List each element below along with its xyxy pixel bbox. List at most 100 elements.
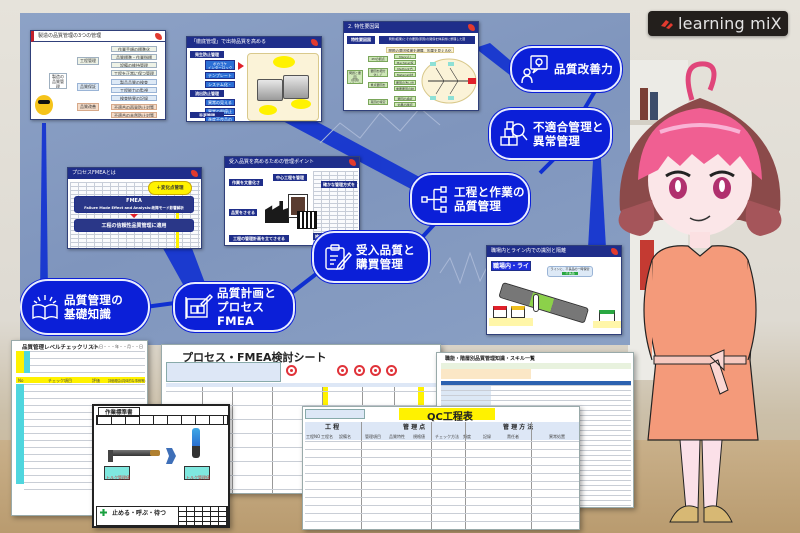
wrench-grip	[150, 450, 160, 456]
column-header: No	[18, 378, 24, 383]
blue-arrow-icon	[166, 448, 176, 464]
footer-slogan: 止める・呼ぶ・待つ	[112, 510, 167, 517]
callout-bubble	[259, 105, 277, 115]
tree-item: 不適合の再発防止対策	[111, 104, 157, 110]
target-mark-icon	[337, 365, 348, 376]
tree-item: 設備の維持管理	[111, 62, 157, 68]
slide-title: 「徹底管理」で出荷品質を高める	[187, 37, 321, 48]
point-label: 中心工程を管理する	[273, 174, 307, 181]
person-lightbulb-icon	[521, 55, 548, 84]
header-band	[166, 383, 438, 387]
brand-mark-icon	[311, 39, 318, 46]
slide-banner: 問題(結果)とその要因(原因)の関係を体系的に整理した図	[379, 36, 475, 44]
node-label: 工程と作業の 品質管理	[454, 185, 525, 213]
group-label: 発生防止管理	[190, 51, 224, 58]
eye-highlight	[719, 180, 725, 192]
tree-subitem: Method(方法)	[394, 66, 416, 71]
tree-root: 問題と要因 (原因) の洗い出し	[347, 70, 363, 84]
tree-item: 要因を細分化して 重要要因に絞る	[368, 68, 388, 77]
info-table	[166, 362, 281, 382]
slide-subtitle: 問題の要因候補を網羅、因果を見える化	[386, 47, 454, 53]
node-label: 受入品質と 購買管理	[356, 243, 415, 271]
tree-item: 真因の特定	[368, 99, 388, 105]
node-receiving[interactable]: 受入品質と 購買管理	[312, 231, 430, 283]
point-label: 品質をさせる	[229, 209, 257, 216]
tree-diagram-icon	[421, 186, 447, 213]
brand-mark-icon	[155, 33, 162, 40]
belt	[653, 355, 747, 365]
header-table	[96, 415, 228, 425]
slide-title: 2. 特性要因図	[344, 22, 478, 33]
tree-item: 製品品質の検査	[111, 79, 157, 85]
fmea-subtitle: Failure Mode Effect and Analysis:故障モード影響…	[84, 206, 184, 210]
callout-bubble	[291, 99, 311, 109]
clipboard-pen-icon	[325, 244, 352, 271]
tree-item: 工程能力の監視	[111, 87, 157, 93]
fmea-apply-box: 工程の信頼性品質管理に適用	[74, 219, 194, 232]
callout-box: ラインに、不良品の一時保管 不良品	[547, 266, 593, 277]
slide-title-text: プロセスFMEAとは	[72, 170, 116, 176]
tree-subitem: 効果の確認	[394, 102, 416, 107]
column-header: 設備名	[339, 434, 351, 439]
slide-title: 製造の品質管理の3つの管理	[31, 31, 165, 42]
floor-zone	[489, 318, 533, 326]
warehouse-icon	[297, 211, 317, 229]
tree-item: 作業手順の標準化	[111, 46, 157, 52]
node-label: 品質計画と プロセスFMEA	[217, 286, 276, 328]
node-process[interactable]: 工程と作業の 品質管理	[410, 173, 530, 225]
slide-fishbone: 2. 特性要因図 特性要因図 問題(結果)とその要因(原因)の関係を体系的に整理…	[343, 21, 479, 111]
group-item: 進度不良品の回復	[205, 116, 235, 121]
column-header: 記録	[483, 434, 491, 439]
header-band	[441, 369, 531, 379]
slide-title-text: 製造の品質管理の3つの管理	[38, 33, 102, 39]
eye-highlight	[675, 180, 681, 192]
slide-title-text: 2. 特性要因図	[348, 24, 380, 30]
doc-title: 品質管理レベルチェックリスト	[22, 345, 100, 351]
connector-nonconformity-improvement	[583, 89, 597, 110]
factory-icon	[265, 201, 289, 223]
slide-process-fmea: プロセスFMEAとは ＋変化点管理 FMEA Failure Mode Effe…	[67, 167, 202, 249]
doc-title: 職能・階層別品質管理知識・スキル一覧	[445, 356, 536, 362]
blueprint-pencil-icon	[185, 294, 213, 319]
node-nonconformity[interactable]: 不適合管理と 異常管理	[489, 108, 612, 160]
callout-tag: 不良品	[562, 271, 578, 276]
slide-title: プロセスFMEAとは	[68, 168, 201, 179]
highlight-bar	[16, 351, 24, 373]
column-header: 責任者	[507, 434, 519, 439]
tree-subitem: Machine(設備)	[394, 60, 416, 65]
column-group-header: 管 理 点	[403, 424, 426, 431]
torque-label: トルク管理値	[186, 475, 210, 480]
slide-thorough-control: 「徹底管理」で出荷品質を高める 発生防止管理 ポカヨケ インターロック テンプレ…	[186, 36, 322, 122]
arm-left	[643, 259, 653, 361]
tree-subitem: Material(材料)	[394, 72, 416, 77]
change-point-bubble: ＋変化点管理	[148, 181, 192, 195]
group-item: ポカヨケ インターロック	[205, 60, 235, 70]
machine-illustration	[283, 75, 309, 99]
column-header: 管理項目	[365, 434, 381, 439]
dress	[647, 245, 759, 441]
presenter-character	[618, 61, 782, 523]
column-header: 評価理由(具体的な事例等)	[108, 379, 146, 383]
pointer-basics-slide1	[40, 123, 48, 293]
target-mark-icon	[370, 365, 381, 376]
mindmap-board: 製造の品質管理の3つの管理 製造の 品質管理 工程管理 品質保証 品質改善 作業…	[20, 13, 630, 345]
column-header: 工程名	[321, 434, 333, 439]
ruled-lines	[305, 441, 579, 529]
node-basics[interactable]: 品質管理の 基礎知識	[20, 279, 150, 335]
tree-item: 検査結果の記録	[111, 95, 157, 101]
fishbone-diagram	[421, 58, 477, 104]
doc-meta: 記入日・・・年・・月・・日	[91, 344, 143, 349]
column-header: チェック方法	[435, 434, 459, 439]
group-item: テンプレート化	[205, 72, 235, 79]
point-label: 作業を文書化させる	[229, 179, 263, 186]
red-bin	[493, 306, 507, 318]
column-header: 異常処置	[549, 434, 565, 439]
torque-label: トルク管理値	[106, 475, 130, 480]
category-bar	[16, 384, 24, 484]
wrench-handle	[110, 450, 154, 456]
brand-logo: learning miX	[648, 11, 788, 36]
node-label: 不適合管理と 異常管理	[533, 120, 604, 148]
node-planning[interactable]: 品質計画と プロセスFMEA	[173, 282, 295, 332]
slide-title: 受入品質を高めるための管理ポイント	[225, 157, 359, 168]
column-header: 規格値	[413, 434, 425, 439]
